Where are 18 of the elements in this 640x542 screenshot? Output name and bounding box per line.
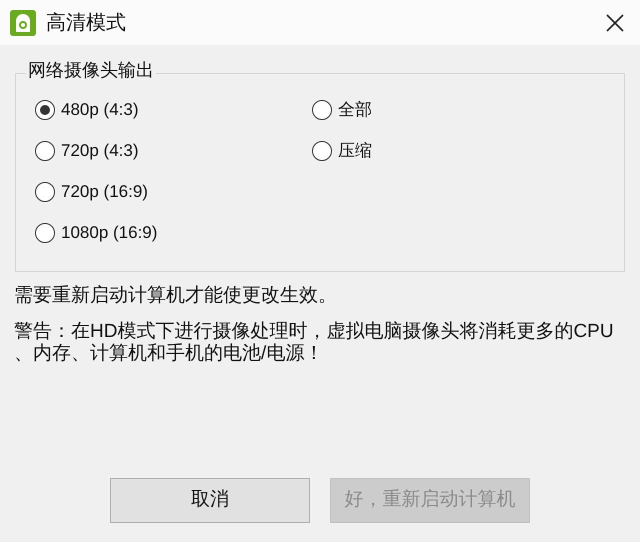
radio-label: 全部 [338, 99, 372, 122]
restart-notice: 需要重新启动计算机才能使更改生效。 [14, 284, 338, 308]
radio-button[interactable] [35, 223, 55, 243]
radio-label: 720p (4:3) [61, 140, 138, 162]
cancel-button[interactable]: 取消 [110, 478, 310, 523]
radio-label: 720p (16:9) [61, 181, 148, 204]
radio-button[interactable] [35, 141, 55, 161]
radio-label: 480p (4:3) [61, 99, 138, 122]
radio-button[interactable] [312, 100, 332, 120]
radio-button[interactable] [35, 100, 55, 120]
radio-button[interactable] [35, 182, 55, 202]
window-title: 高清模式 [46, 10, 126, 36]
radio-button[interactable] [312, 141, 332, 161]
warning-text: 警告：在HD模式下进行摄像处理时，虚拟电脑摄像头将消耗更多的CPU、内存、计算机和手机的电池/电源！ [14, 321, 614, 365]
radio-label: 1080p (16:9) [61, 222, 158, 244]
radio-label: 压缩 [338, 140, 372, 162]
app-icon [10, 10, 36, 36]
close-icon[interactable] [606, 14, 624, 32]
